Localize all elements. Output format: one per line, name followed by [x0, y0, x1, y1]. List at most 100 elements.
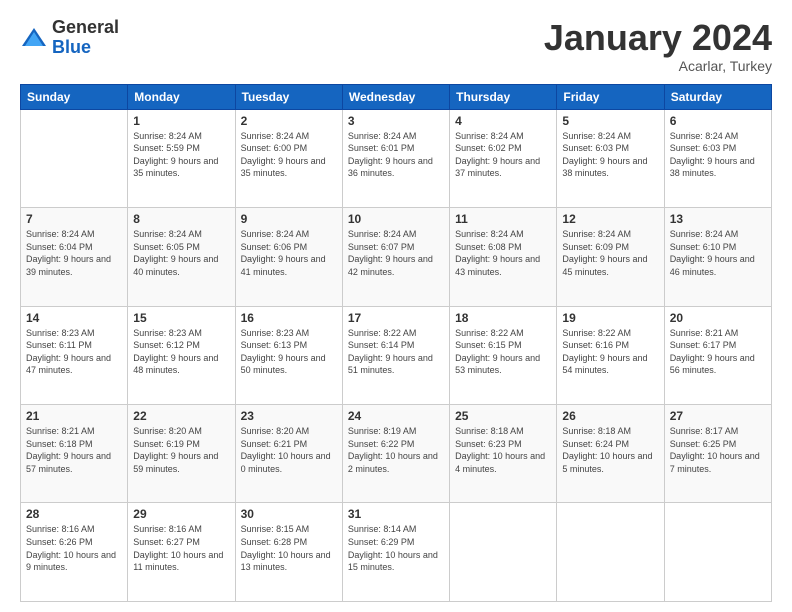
sunset-text: Sunset: 6:06 PM [241, 241, 337, 254]
day-info: Sunrise: 8:16 AMSunset: 6:26 PMDaylight:… [26, 523, 122, 573]
daylight-text: Daylight: 9 hours and 40 minutes. [133, 253, 229, 278]
calendar-cell: 3Sunrise: 8:24 AMSunset: 6:01 PMDaylight… [342, 109, 449, 207]
sunrise-text: Sunrise: 8:14 AM [348, 523, 444, 536]
sunset-text: Sunset: 6:03 PM [670, 142, 766, 155]
calendar-cell: 17Sunrise: 8:22 AMSunset: 6:14 PMDayligh… [342, 306, 449, 404]
header: General Blue January 2024 Acarlar, Turke… [20, 18, 772, 74]
calendar-cell: 8Sunrise: 8:24 AMSunset: 6:05 PMDaylight… [128, 208, 235, 306]
sunset-text: Sunset: 6:13 PM [241, 339, 337, 352]
daylight-text: Daylight: 10 hours and 13 minutes. [241, 549, 337, 574]
daylight-text: Daylight: 9 hours and 51 minutes. [348, 352, 444, 377]
day-info: Sunrise: 8:19 AMSunset: 6:22 PMDaylight:… [348, 425, 444, 475]
calendar-week-3: 21 Sunrise: 8:21 AMSunset: 6:18 PMDayligh… [21, 405, 772, 503]
day-number: 12 [562, 212, 658, 226]
day-info: Sunrise: 8:22 AMSunset: 6:14 PMDaylight:… [348, 327, 444, 377]
sunrise-text: Sunrise: 8:24 AM [455, 228, 551, 241]
day-info: Sunrise: 8:24 AMSunset: 6:02 PMDaylight:… [455, 130, 551, 180]
day-info: Sunrise: 8:18 AMSunset: 6:23 PMDaylight:… [455, 425, 551, 475]
daylight-text: Daylight: 10 hours and 9 minutes. [26, 549, 122, 574]
daylight-text: Daylight: 9 hours and 45 minutes. [562, 253, 658, 278]
sunrise-text: Sunrise: 8:20 AM [241, 425, 337, 438]
calendar-cell: 25Sunrise: 8:18 AMSunset: 6:23 PMDayligh… [450, 405, 557, 503]
sunset-text: Sunset: 6:22 PM [348, 438, 444, 451]
sunrise-text: Sunrise: 8:20 AM [133, 425, 229, 438]
day-number: 28 [26, 507, 122, 521]
day-number: 31 [348, 507, 444, 521]
day-info: Sunrise: 8:24 AMSunset: 6:03 PMDaylight:… [670, 130, 766, 180]
day-info: Sunrise: 8:24 AMSunset: 6:09 PMDaylight:… [562, 228, 658, 278]
calendar-cell: 16Sunrise: 8:23 AMSunset: 6:13 PMDayligh… [235, 306, 342, 404]
title-block: January 2024 Acarlar, Turkey [544, 18, 772, 74]
sunset-text: Sunset: 6:24 PM [562, 438, 658, 451]
sunrise-text: Sunrise: 8:23 AM [26, 327, 122, 340]
calendar-cell: 10Sunrise: 8:24 AMSunset: 6:07 PMDayligh… [342, 208, 449, 306]
day-number: 27 [670, 409, 766, 423]
calendar-cell: 21 Sunrise: 8:21 AMSunset: 6:18 PMDayligh… [21, 405, 128, 503]
day-info: Sunrise: 8:21 AMSunset: 6:18 PMDaylight:… [26, 425, 122, 475]
daylight-text: Daylight: 10 hours and 5 minutes. [562, 450, 658, 475]
daylight-text: Daylight: 9 hours and 41 minutes. [241, 253, 337, 278]
header-wednesday: Wednesday [342, 84, 449, 109]
day-number: 14 [26, 311, 122, 325]
calendar-cell: 5Sunrise: 8:24 AMSunset: 6:03 PMDaylight… [557, 109, 664, 207]
day-info: Sunrise: 8:14 AMSunset: 6:29 PMDaylight:… [348, 523, 444, 573]
calendar-cell: 15 Sunrise: 8:23 AMSunset: 6:12 PMDayligh… [128, 306, 235, 404]
daylight-text: Daylight: 9 hours and 56 minutes. [670, 352, 766, 377]
day-info: Sunrise: 8:23 AMSunset: 6:12 PMDaylight:… [133, 327, 229, 377]
header-monday: Monday [128, 84, 235, 109]
sunrise-text: Sunrise: 8:23 AM [133, 327, 229, 340]
daylight-text: Daylight: 9 hours and 54 minutes. [562, 352, 658, 377]
header-sunday: Sunday [21, 84, 128, 109]
day-info: Sunrise: 8:24 AMSunset: 6:08 PMDaylight:… [455, 228, 551, 278]
daylight-text: Daylight: 9 hours and 38 minutes. [562, 155, 658, 180]
sunset-text: Sunset: 6:29 PM [348, 536, 444, 549]
day-info: Sunrise: 8:23 AMSunset: 6:13 PMDaylight:… [241, 327, 337, 377]
sunrise-text: Sunrise: 8:21 AM [26, 425, 122, 438]
calendar-cell [21, 109, 128, 207]
sunrise-text: Sunrise: 8:24 AM [562, 130, 658, 143]
day-number: 1 [133, 114, 229, 128]
calendar-cell: 28 Sunrise: 8:16 AMSunset: 6:26 PMDayligh… [21, 503, 128, 602]
day-number: 4 [455, 114, 551, 128]
day-number: 7 [26, 212, 122, 226]
sunrise-text: Sunrise: 8:21 AM [670, 327, 766, 340]
sunrise-text: Sunrise: 8:24 AM [670, 130, 766, 143]
sunrise-text: Sunrise: 8:24 AM [348, 228, 444, 241]
header-saturday: Saturday [664, 84, 771, 109]
sunset-text: Sunset: 6:15 PM [455, 339, 551, 352]
sunrise-text: Sunrise: 8:24 AM [670, 228, 766, 241]
location: Acarlar, Turkey [544, 58, 772, 74]
day-number: 11 [455, 212, 551, 226]
day-number: 15 [133, 311, 229, 325]
daylight-text: Daylight: 9 hours and 53 minutes. [455, 352, 551, 377]
day-number: 24 [348, 409, 444, 423]
day-number: 21 [26, 409, 122, 423]
day-number: 2 [241, 114, 337, 128]
day-number: 9 [241, 212, 337, 226]
daylight-text: Daylight: 9 hours and 39 minutes. [26, 253, 122, 278]
calendar-cell: 13Sunrise: 8:24 AMSunset: 6:10 PMDayligh… [664, 208, 771, 306]
calendar-cell: 19Sunrise: 8:22 AMSunset: 6:16 PMDayligh… [557, 306, 664, 404]
calendar-cell [664, 503, 771, 602]
day-info: Sunrise: 8:22 AMSunset: 6:15 PMDaylight:… [455, 327, 551, 377]
logo: General Blue [20, 18, 119, 58]
weekday-header-row: Sunday Monday Tuesday Wednesday Thursday… [21, 84, 772, 109]
sunset-text: Sunset: 6:10 PM [670, 241, 766, 254]
daylight-text: Daylight: 9 hours and 35 minutes. [133, 155, 229, 180]
daylight-text: Daylight: 9 hours and 57 minutes. [26, 450, 122, 475]
daylight-text: Daylight: 9 hours and 43 minutes. [455, 253, 551, 278]
day-number: 23 [241, 409, 337, 423]
logo-general-text: General [52, 18, 119, 38]
sunrise-text: Sunrise: 8:23 AM [241, 327, 337, 340]
sunset-text: Sunset: 6:09 PM [562, 241, 658, 254]
calendar-cell: 7Sunrise: 8:24 AMSunset: 6:04 PMDaylight… [21, 208, 128, 306]
day-number: 19 [562, 311, 658, 325]
header-thursday: Thursday [450, 84, 557, 109]
day-info: Sunrise: 8:17 AMSunset: 6:25 PMDaylight:… [670, 425, 766, 475]
day-info: Sunrise: 8:18 AMSunset: 6:24 PMDaylight:… [562, 425, 658, 475]
daylight-text: Daylight: 10 hours and 4 minutes. [455, 450, 551, 475]
day-info: Sunrise: 8:16 AMSunset: 6:27 PMDaylight:… [133, 523, 229, 573]
sunset-text: Sunset: 6:01 PM [348, 142, 444, 155]
day-number: 8 [133, 212, 229, 226]
day-info: Sunrise: 8:20 AMSunset: 6:21 PMDaylight:… [241, 425, 337, 475]
